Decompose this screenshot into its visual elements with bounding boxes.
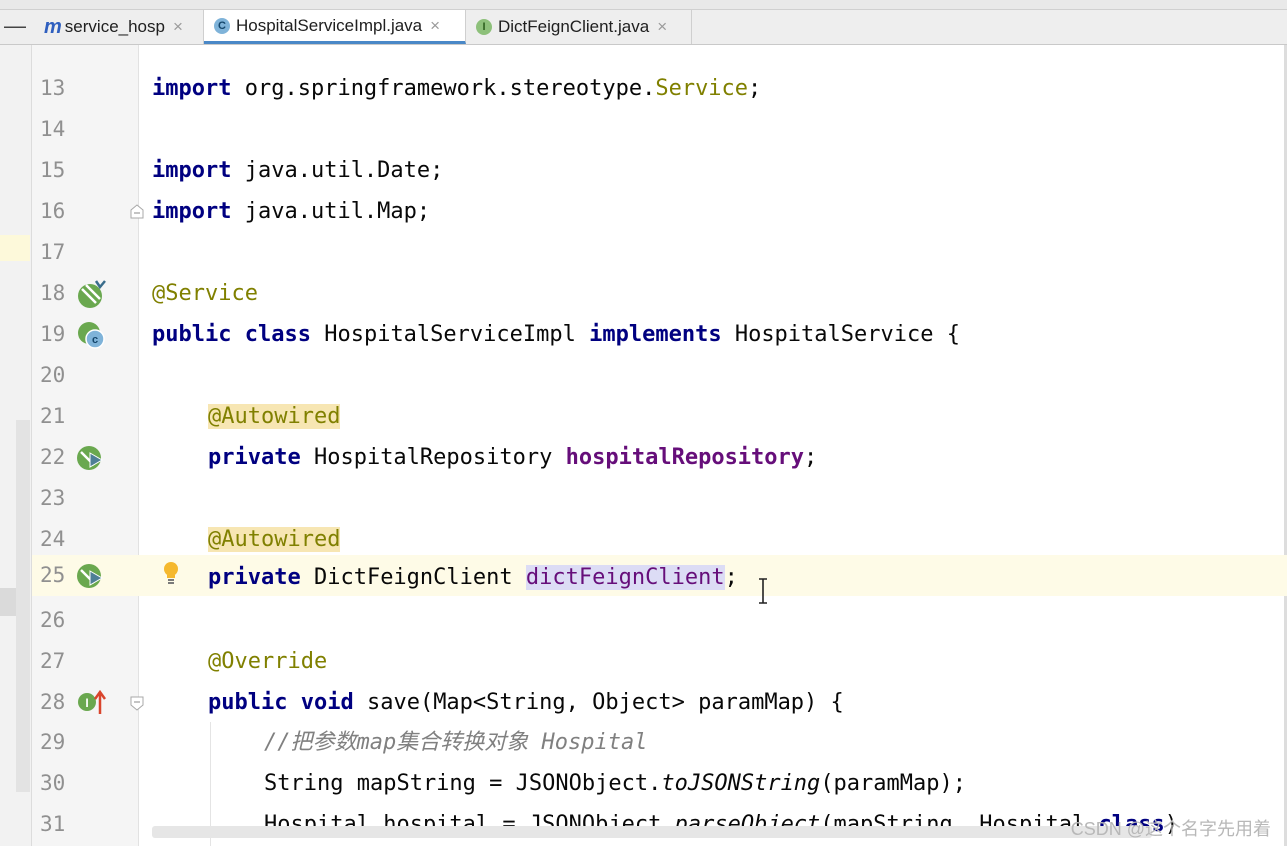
line-number: 23 xyxy=(40,486,66,510)
code-line-30[interactable]: 30 String mapString = JSONObject.toJSONS… xyxy=(32,763,1287,804)
code-line-23[interactable]: 23 xyxy=(32,478,1287,519)
code-text: Hospital hospital = JSONObject.parseObje… xyxy=(264,812,1178,837)
collapse-panel-button[interactable]: — xyxy=(0,10,30,44)
fold-start-icon[interactable] xyxy=(129,695,145,711)
fold-end-icon[interactable] xyxy=(129,204,145,220)
code-line-13[interactable]: 13 import org.springframework.stereotype… xyxy=(32,68,1287,109)
code-line-21[interactable]: 21 @Autowired xyxy=(32,396,1287,437)
code-line-12: ​ xyxy=(32,40,1287,58)
code-line-22[interactable]: 22 private HospitalRepository hospitalRe… xyxy=(32,437,1287,478)
code-line-15[interactable]: 15 import java.util.Date; xyxy=(32,150,1287,191)
strip-highlight xyxy=(0,235,30,261)
close-icon[interactable]: × xyxy=(430,16,440,36)
code-text: import java.util.Date; xyxy=(152,158,444,183)
line-number: 21 xyxy=(40,404,66,428)
code-line-24[interactable]: 24 @Autowired xyxy=(32,519,1287,560)
code-text: @Override xyxy=(208,649,328,674)
line-number: 14 xyxy=(40,117,66,141)
tab-service-hosp[interactable]: m service_hosp × xyxy=(34,10,204,44)
line-number: 22 xyxy=(40,445,66,469)
line-number: 13 xyxy=(40,76,66,100)
code-text: String mapString = JSONObject.toJSONStri… xyxy=(264,771,967,796)
class-icon: C xyxy=(214,17,230,34)
line-number: 15 xyxy=(40,158,66,182)
lightbulb-icon[interactable] xyxy=(162,560,180,586)
code-text: @Autowired xyxy=(208,527,341,552)
tab-label: service_hosp xyxy=(64,17,165,36)
line-number: 31 xyxy=(40,812,66,836)
code-text: public class HospitalServiceImpl impleme… xyxy=(152,322,960,347)
code-line-16[interactable]: 16 import java.util.Map; xyxy=(32,191,1287,232)
line-number: 26 xyxy=(40,608,66,632)
tab-label: HospitalServiceImpl.java xyxy=(236,15,423,35)
line-number: 17 xyxy=(40,240,66,264)
line-number: 19 xyxy=(40,322,66,346)
code-line-18[interactable]: 18 @Service xyxy=(32,273,1287,314)
line-number: 27 xyxy=(40,649,66,673)
tab-hospital-service-impl[interactable]: C HospitalServiceImpl.java × xyxy=(204,10,466,44)
code-line-19[interactable]: 19 c public class HospitalServiceImpl im… xyxy=(32,314,1287,355)
code-text: private DictFeignClient dictFeignClient; xyxy=(208,565,738,590)
line-number: 30 xyxy=(40,771,66,795)
line-number: 28 xyxy=(40,690,66,714)
code-line-17[interactable]: 17 xyxy=(32,232,1287,273)
code-comment: //把参数map集合转换对象 Hospital xyxy=(264,730,648,755)
side-scrollbar[interactable] xyxy=(16,420,30,792)
line-number: 16 xyxy=(40,199,66,223)
implements-class-icon[interactable]: c xyxy=(76,320,106,350)
code-text: @Service xyxy=(152,281,258,306)
line-number: 24 xyxy=(40,527,66,551)
code-line-26[interactable]: 26 xyxy=(32,600,1287,641)
svg-text:I: I xyxy=(85,696,88,710)
line-number: 18 xyxy=(40,281,66,305)
line-number: 25 xyxy=(40,563,66,587)
implements-method-icon[interactable]: I xyxy=(76,688,106,718)
navigate-to-bean-icon[interactable] xyxy=(76,561,106,591)
navigate-to-bean-icon[interactable] xyxy=(76,443,106,473)
code-text: private HospitalRepository hospitalRepos… xyxy=(208,445,818,470)
line-number: 29 xyxy=(40,730,66,754)
code-line-25[interactable]: 25 private DictFeignClient dictFeignClie… xyxy=(32,555,1287,596)
code-text: import org.springframework.stereotype.Se… xyxy=(152,76,762,101)
watermark: CSDN @这个名字先用着 xyxy=(1070,819,1271,839)
code-text: import java.util.Map; xyxy=(152,199,431,224)
code-line-20[interactable]: 20 xyxy=(32,355,1287,396)
close-icon[interactable]: × xyxy=(657,17,667,37)
module-icon: m xyxy=(44,15,62,38)
code-line-28[interactable]: 28 I public void save(Map<String, Object… xyxy=(32,682,1287,723)
code-text: public void save(Map<String, Object> par… xyxy=(208,690,844,715)
code-line-29[interactable]: 29 //把参数map集合转换对象 Hospital xyxy=(32,722,1287,763)
code-text: @Autowired xyxy=(208,404,341,429)
interface-icon: I xyxy=(476,19,492,35)
tab-dict-feign-client[interactable]: I DictFeignClient.java × xyxy=(466,10,692,44)
code-line-27[interactable]: 27 @Override xyxy=(32,641,1287,682)
line-number: 20 xyxy=(40,363,66,387)
code-line-14[interactable]: 14 xyxy=(32,109,1287,150)
tab-label: DictFeignClient.java xyxy=(498,17,650,36)
spring-bean-icon[interactable] xyxy=(76,279,106,309)
horizontal-scrollbar[interactable] xyxy=(152,826,1152,838)
close-icon[interactable]: × xyxy=(173,17,183,37)
svg-text:c: c xyxy=(92,334,98,346)
window-titlebar xyxy=(0,0,1287,10)
selected-identifier: dictFeignClient xyxy=(525,565,725,590)
